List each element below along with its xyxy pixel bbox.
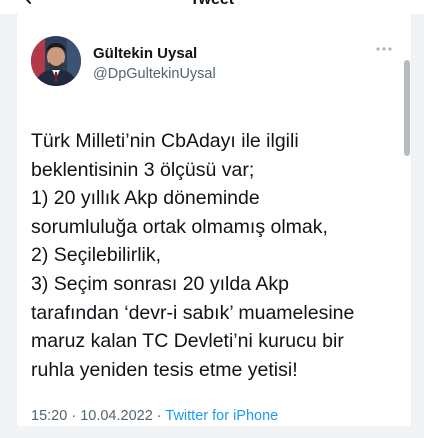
tweet-screen: Tweet Gültekin Uysal @DpGultekinUysal Tü…: [0, 0, 424, 438]
tweet-source-link[interactable]: Twitter for iPhone: [165, 408, 278, 424]
tweet-card: Gültekin Uysal @DpGultekinUysal Türk Mil…: [16, 14, 412, 426]
top-navigation-bar: Tweet: [0, 0, 424, 14]
more-horizontal-icon[interactable]: [375, 46, 393, 52]
meta-separator: ·: [67, 408, 81, 424]
avatar[interactable]: [31, 36, 81, 86]
tweet-text: Türk Milleti’nin CbAdayı ile ilgili bekl…: [31, 130, 355, 381]
page-title: Tweet: [0, 0, 424, 9]
author-name[interactable]: Gültekin Uysal: [93, 45, 197, 62]
tweet-time[interactable]: 15:20: [31, 408, 67, 424]
meta-separator-2: ·: [152, 408, 166, 424]
tweet-metadata: 15:20 · 10.04.2022 · Twitter for iPhone: [31, 408, 278, 424]
author-handle[interactable]: @DpGultekinUysal: [93, 66, 216, 82]
scrollbar[interactable]: [404, 60, 410, 156]
avatar-image: [31, 36, 81, 86]
tweet-date[interactable]: 10.04.2022: [80, 408, 153, 424]
